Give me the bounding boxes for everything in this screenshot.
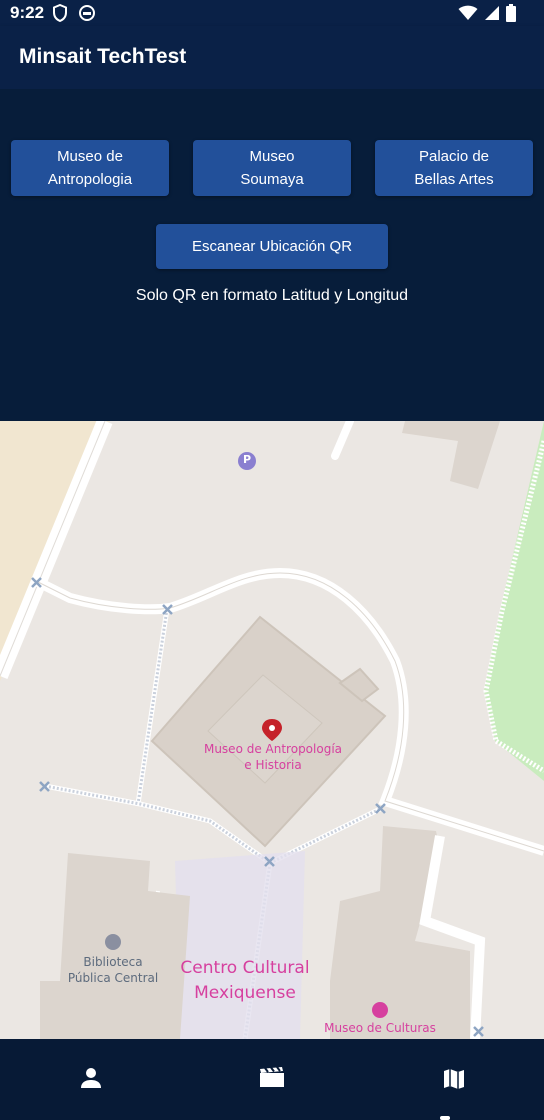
button-label-line1: Palacio de [418,148,490,165]
museum-cultures-label: Museo de Culturas [324,1021,436,1035]
control-panel: Museo de Antropologia Museo Soumaya Palaci… [0,89,544,421]
status-bar: 9:22 [0,0,544,26]
app-title: Minsait TechTest [19,45,187,68]
marker-label-line2: e Historia [244,758,302,772]
map-view[interactable]: P Museo de Antropología e Historia Bibli… [0,421,544,1039]
qr-format-hint: Solo QR en formato Latitud y Longitud [135,287,409,304]
palacio-bellas-artes-button[interactable]: Palacio de Bellas Artes [375,140,533,196]
scan-qr-label: Escanear Ubicación QR [191,238,353,255]
circle-app-icon [78,4,96,27]
bottom-navigation [0,1039,544,1120]
map-icon [442,1067,466,1120]
status-right-icons [458,4,516,27]
nav-profile[interactable] [0,1039,181,1120]
museo-soumaya-button[interactable]: Museo Soumaya [193,140,351,196]
nav-movies[interactable] [181,1039,362,1120]
map-tiles [0,421,544,1039]
museo-antropologia-button[interactable]: Museo de Antropologia [11,140,169,196]
cultural-center-line2: Mexiquense [194,983,296,1003]
scan-qr-button[interactable]: Escanear Ubicación QR [156,224,388,269]
person-icon [80,1067,102,1120]
status-time: 9:22 [10,3,45,22]
button-label-line1: Museo [249,148,295,165]
shield-icon [52,3,68,27]
cultural-center-line1: Centro Cultural [180,958,310,978]
library-label: Biblioteca Pública Central [53,954,173,986]
cultural-center-label: Centro Cultural Mexiquense [160,956,330,1006]
library-label-line2: Pública Central [67,971,159,985]
battery-icon [506,4,516,27]
movie-icon [259,1066,284,1120]
marker-label[interactable]: Museo de Antropología e Historia [188,741,358,773]
nav-map[interactable] [363,1039,544,1120]
wifi-icon [458,5,478,26]
parking-label: P [242,453,252,466]
app-bar: Minsait TechTest [0,26,544,89]
cell-signal-icon [484,5,500,26]
button-label-line2: Bellas Artes [414,171,494,188]
button-label-line2: Antropologia [47,171,133,188]
marker-label-line1: Museo de Antropología [203,742,343,756]
status-left-icons [52,3,96,27]
active-tab-indicator [440,1116,450,1120]
library-label-line1: Biblioteca [83,955,143,969]
button-label-line2: Soumaya [240,171,304,188]
button-label-line1: Museo de [57,148,123,165]
